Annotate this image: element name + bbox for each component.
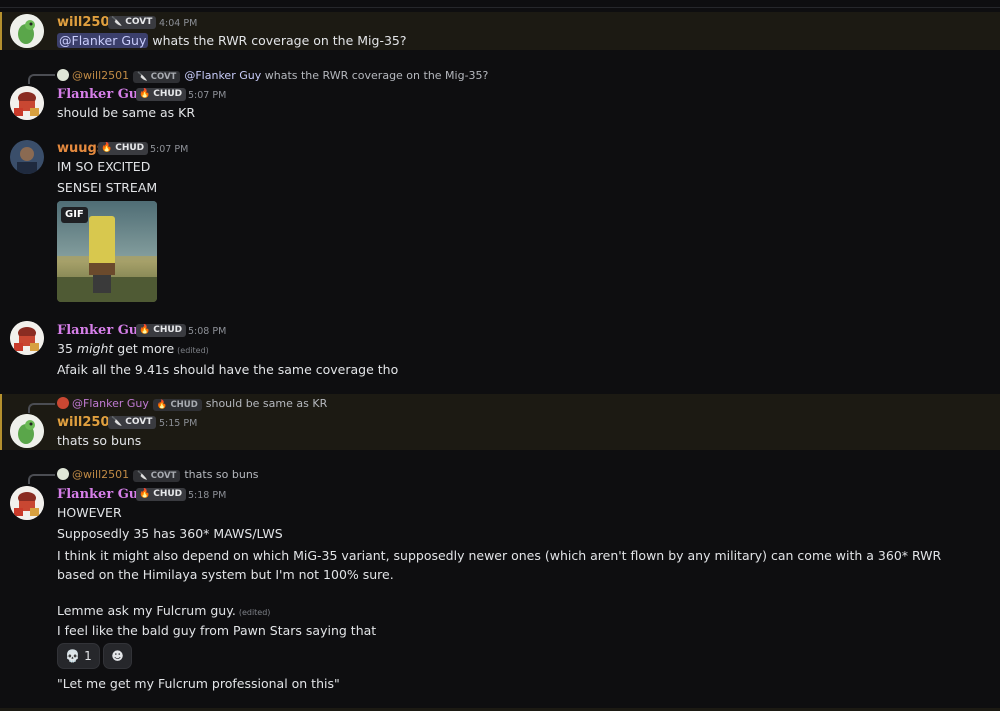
role-badge: 🔥 CHUD (136, 88, 187, 101)
message-text: should be same as KR (57, 105, 196, 120)
reply-text: whats the RWR coverage on the Mig-35? (264, 69, 489, 82)
message-text: Supposedly 35 has 360* MAWS/LWS (57, 526, 283, 541)
knife-icon: 🔪 (137, 72, 148, 82)
user-mention[interactable]: @Flanker Guy (57, 33, 149, 48)
fire-icon: 🔥 (101, 143, 113, 153)
edited-tag: (edited) (238, 608, 271, 617)
fire-icon: 🔥 (139, 325, 151, 335)
reply-text: should be same as KR (205, 397, 328, 410)
avatar[interactable] (10, 140, 44, 174)
message-content: @Flanker Guy whats the RWR coverage on t… (57, 33, 407, 48)
reply-preview[interactable]: @will2501 🔪 COVT @Flanker Guy whats the RW… (57, 69, 488, 83)
timestamp: 5:08 PM (188, 326, 227, 337)
reply-spine (28, 403, 55, 413)
skull-icon: 💀 (65, 649, 81, 663)
role-badge: 🔥 CHUD (136, 488, 187, 501)
role-badge: 🔪 COVT (133, 71, 181, 83)
user-mention: @Flanker Guy (184, 69, 262, 82)
avatar-mini (57, 69, 69, 81)
smile-icon: ☻ (111, 649, 124, 663)
message-text: thats so buns (57, 433, 142, 448)
message-content: Lemme ask my Fulcrum guy. (edited) (57, 603, 270, 618)
divider (0, 7, 1000, 8)
reply-spine (28, 74, 55, 84)
role-badge: 🔥 CHUD (136, 324, 187, 337)
avatar[interactable] (10, 86, 44, 120)
role-badge: 🔪 COVT (108, 16, 157, 29)
avatar[interactable] (10, 414, 44, 448)
reply-preview[interactable]: @Flanker Guy 🔥 CHUD should be same as KR (57, 397, 327, 411)
message-text: IM SO EXCITED (57, 159, 151, 174)
role-badge: 🔪 COVT (133, 470, 181, 482)
fire-icon: 🔥 (139, 489, 151, 499)
avatar[interactable] (10, 14, 44, 48)
reaction-count: 1 (84, 649, 92, 663)
message-text: HOWEVER (57, 505, 122, 520)
message-text: Afaik all the 9.41s should have the same… (57, 362, 399, 377)
reply-author: @will2501 (72, 69, 130, 82)
avatar[interactable] (10, 321, 44, 355)
gif-attachment[interactable]: GIF (57, 201, 157, 302)
message-text: whats the RWR coverage on the Mig-35? (152, 33, 407, 48)
avatar-mini (57, 397, 69, 409)
role-badge: 🔥 CHUD (152, 399, 202, 411)
edited-tag: (edited) (177, 346, 209, 355)
avatar-mini (57, 468, 69, 480)
message-content: 35 might get more (edited) (57, 341, 209, 356)
message-text: Lemme ask my Fulcrum guy. (57, 603, 236, 618)
role-badge: 🔥 CHUD (98, 142, 149, 155)
message-text: "Let me get my Fulcrum professional on t… (57, 676, 340, 691)
message-text: SENSEI STREAM (57, 180, 158, 195)
timestamp: 5:07 PM (150, 144, 189, 155)
timestamp: 5:07 PM (188, 90, 227, 101)
reply-spine (28, 474, 55, 484)
gif-image (89, 216, 115, 268)
knife-icon: 🔪 (111, 417, 123, 427)
message-text: I feel like the bald guy from Pawn Stars… (57, 623, 377, 638)
message-text: I think it might also depend on which Mi… (57, 548, 942, 582)
author-name[interactable]: Flanker Guy (57, 323, 146, 338)
reaction-skull[interactable]: 💀 1 (57, 643, 100, 669)
timestamp: 4:04 PM (159, 18, 198, 29)
avatar[interactable] (10, 486, 44, 520)
timestamp: 5:15 PM (159, 418, 198, 429)
reply-preview[interactable]: @will2501 🔪 COVT thats so buns (57, 468, 259, 482)
knife-icon: 🔪 (111, 17, 123, 27)
add-reaction-button[interactable]: ☻ (103, 643, 132, 669)
knife-icon: 🔪 (137, 471, 148, 481)
role-badge: 🔪 COVT (108, 416, 157, 429)
timestamp: 5:18 PM (188, 490, 227, 501)
fire-icon: 🔥 (139, 89, 151, 99)
author-name[interactable]: Flanker Guy (57, 87, 146, 102)
fire-icon: 🔥 (156, 400, 168, 410)
author-name[interactable]: Flanker Guy (57, 487, 146, 502)
reply-author: @Flanker Guy (72, 397, 149, 410)
reply-author: @will2501 (72, 468, 130, 481)
reply-text: thats so buns (184, 468, 259, 481)
gif-tag: GIF (61, 207, 88, 223)
